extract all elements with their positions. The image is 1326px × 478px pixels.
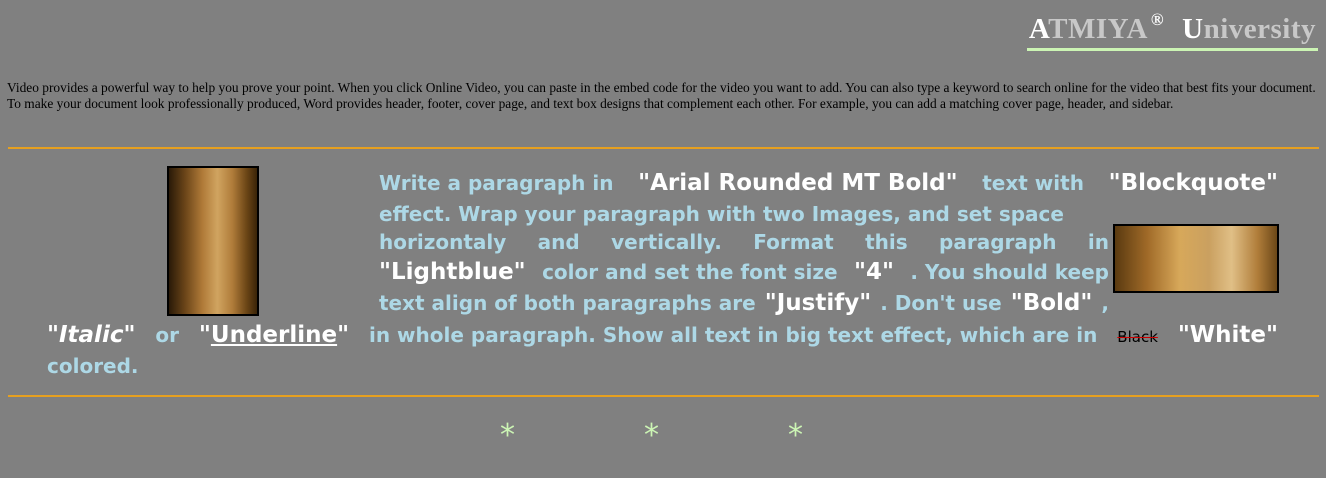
quote-highlight: "Blockquote": [1108, 170, 1278, 196]
quote-quote-mark: ": [47, 322, 59, 348]
quote-word: in: [1087, 230, 1109, 254]
quote-word: vertically.: [611, 230, 722, 254]
quote-quote-mark: ": [123, 322, 136, 348]
quote-highlight: "Justify": [764, 290, 872, 316]
quote-text: ,: [1101, 291, 1109, 315]
quote-highlight: "Bold": [1010, 290, 1093, 316]
quote-text: . You should keep: [910, 260, 1109, 284]
quote-highlight: "Lightblue": [379, 259, 526, 285]
quote-word: this: [865, 230, 908, 254]
logo-letter-u: U: [1182, 13, 1204, 45]
quote-text: in whole paragraph. Show all text in big…: [369, 323, 1098, 347]
quote-line-3: horizontaly and vertically. Format this …: [379, 230, 1109, 254]
registered-mark: ®: [1150, 10, 1165, 29]
quote-underline-word: Underline: [210, 322, 338, 348]
quote-highlight: "White": [1177, 322, 1278, 348]
quote-highlight: "4": [853, 259, 894, 285]
quote-text: text with: [982, 171, 1084, 195]
quote-line-7: colored.: [47, 354, 647, 378]
quote-line-4: "Lightblue" color and set the font size …: [379, 259, 1109, 285]
quote-quote-mark: ": [198, 322, 211, 348]
star-icon: *: [644, 418, 659, 453]
intro-paragraph: Video provides a powerful way to help yo…: [7, 80, 1316, 111]
quote-line-1: Write a paragraph in "Arial Rounded MT B…: [379, 170, 1278, 196]
quote-text: Write a paragraph in: [379, 171, 614, 195]
quote-italic-word: Italic: [58, 322, 124, 348]
star-separator: * * *: [0, 418, 1326, 458]
logo-university-rest: niversity: [1203, 13, 1316, 45]
logo-letter-a: A: [1028, 13, 1049, 45]
quote-word: Format: [753, 230, 834, 254]
quote-text: . Don't use: [880, 291, 1002, 315]
quote-word: and: [537, 230, 580, 254]
quote-strikethrough-word: Black: [1117, 328, 1158, 346]
blockquote-paragraph: Write a paragraph in "Arial Rounded MT B…: [0, 170, 1326, 385]
top-divider: [8, 147, 1319, 149]
quote-text: or: [155, 323, 179, 347]
quote-line-6: "Italic" or "Underline" in whole paragra…: [47, 322, 1278, 348]
quote-word: paragraph: [939, 230, 1057, 254]
university-logo: ATMIYA ® University: [1026, 10, 1318, 51]
quote-word: horizontaly: [379, 230, 507, 254]
quote-text: colored.: [47, 354, 139, 378]
quote-quote-mark: ": [337, 322, 350, 348]
quote-line-5: text align of both paragraphs are "Justi…: [379, 290, 1109, 316]
star-icon: *: [788, 418, 803, 453]
star-icon: *: [500, 418, 515, 453]
quote-highlight: "Arial Rounded MT Bold": [638, 170, 958, 196]
quote-text: text align of both paragraphs are: [379, 291, 756, 315]
quote-text: color and set the font size: [542, 260, 838, 284]
bottom-divider: [8, 395, 1319, 397]
quote-line-2: effect. Wrap your paragraph with two Ima…: [379, 202, 1109, 226]
quote-text: effect. Wrap your paragraph with two Ima…: [379, 202, 1064, 226]
logo-atmiya-rest: TMIYA: [1048, 13, 1148, 45]
